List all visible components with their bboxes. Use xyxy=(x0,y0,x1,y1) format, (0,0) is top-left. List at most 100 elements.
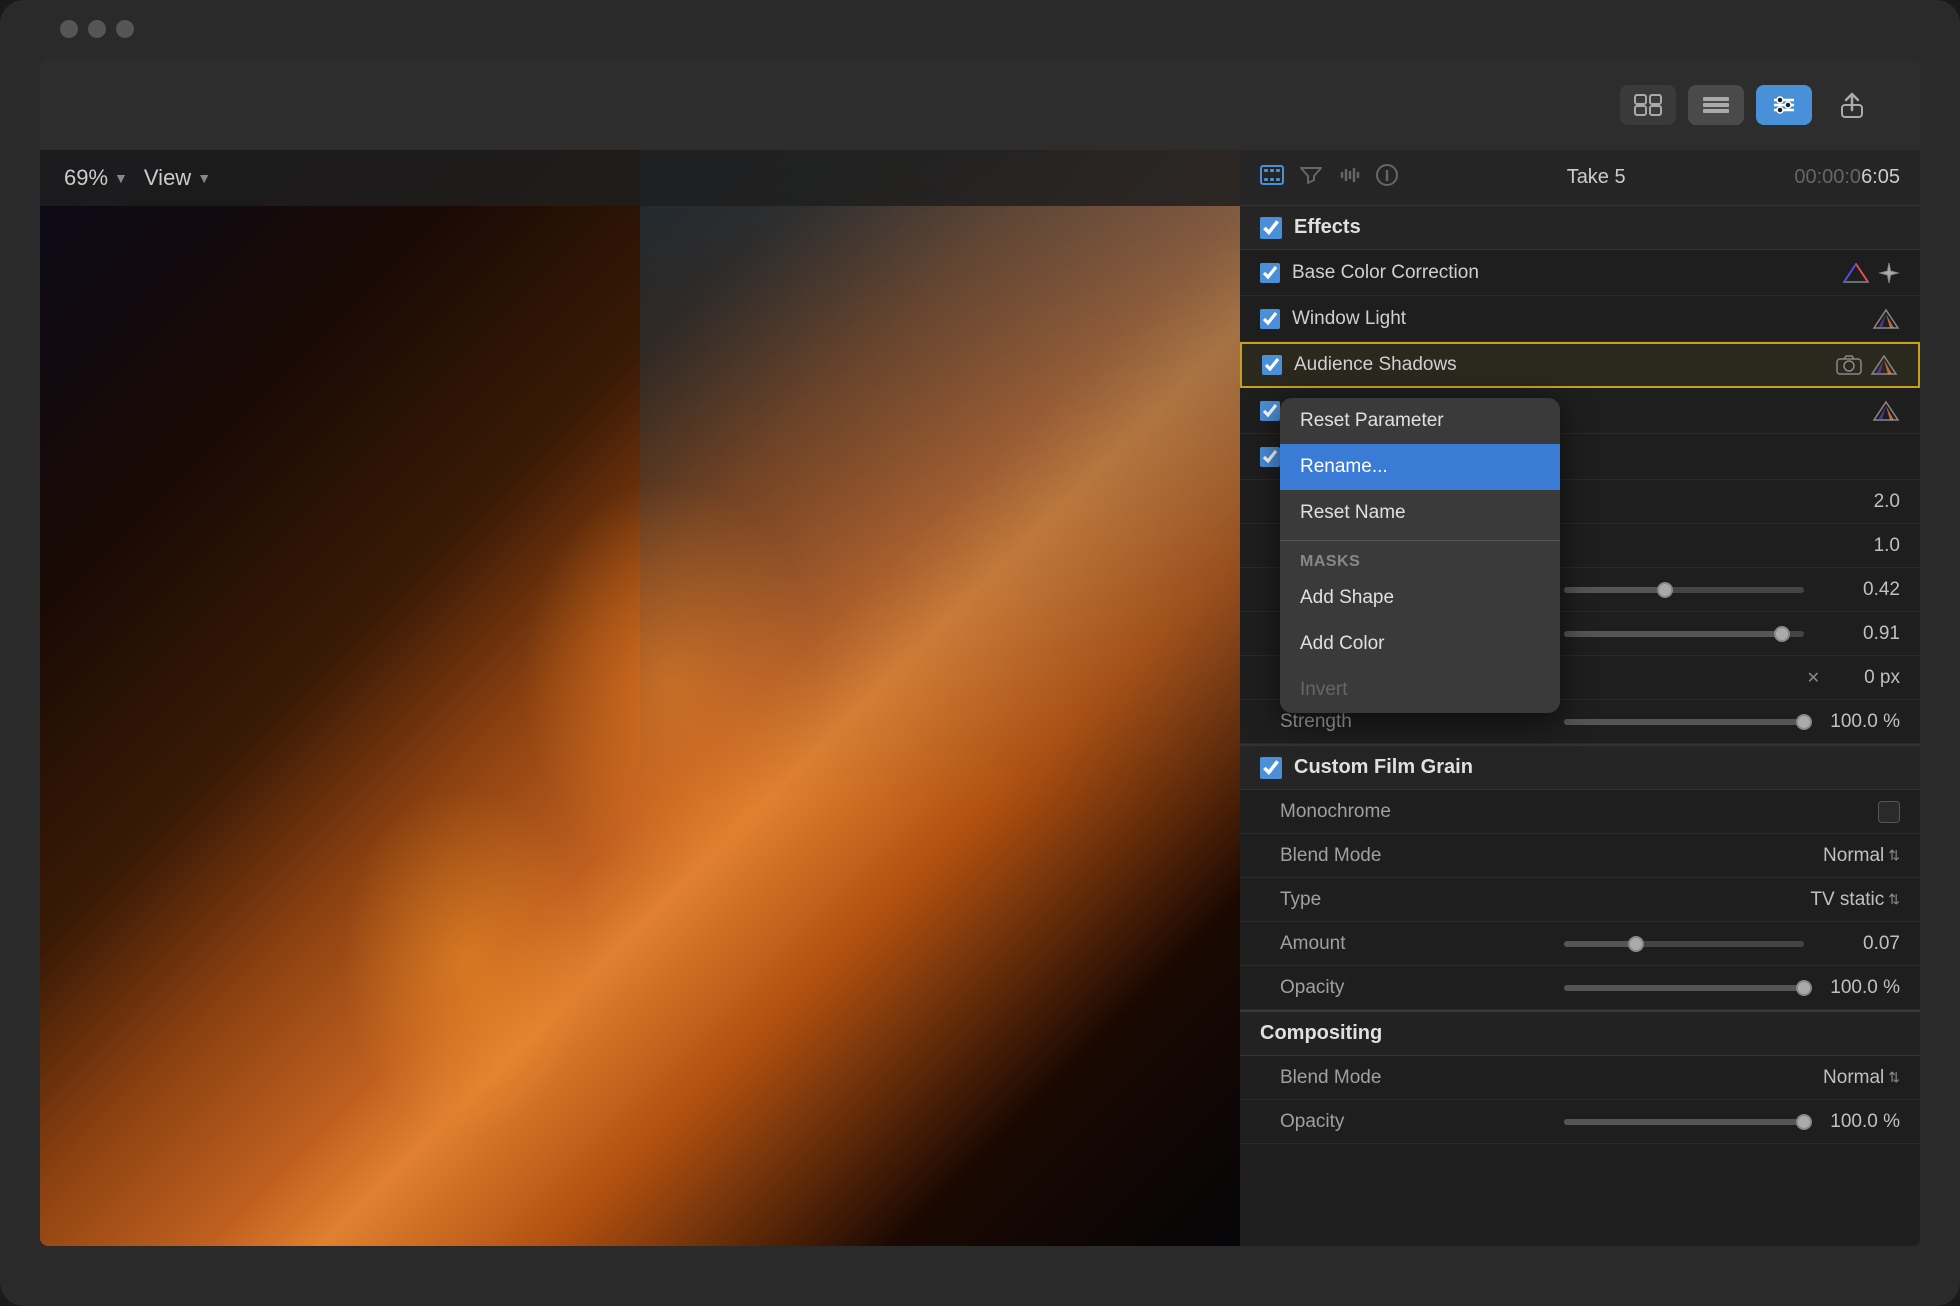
blur-amount-value[interactable]: 2.0 xyxy=(1820,491,1900,513)
audience-shadows-row[interactable]: Audience Shadows xyxy=(1240,342,1920,388)
window-light-label: Window Light xyxy=(1292,308,1872,330)
audience-shadows-label: Audience Shadows xyxy=(1294,354,1836,376)
maximize-dot[interactable] xyxy=(116,20,134,38)
window-light-icons xyxy=(1872,308,1900,330)
amount-value[interactable]: 0.07 xyxy=(1820,933,1900,955)
timecode-main: 6:05 xyxy=(1861,166,1900,188)
timecode-prefix: 00:00:0 xyxy=(1794,166,1861,188)
base-color-icons xyxy=(1842,262,1900,284)
reset-name-item[interactable]: Reset Name xyxy=(1280,490,1560,536)
window-controls xyxy=(60,20,134,38)
amount-row: Amount 0.07 xyxy=(1240,922,1920,966)
base-color-correction-row[interactable]: Base Color Correction xyxy=(1240,250,1920,296)
compositing-blend-dropdown[interactable]: Normal ⇅ xyxy=(1823,1067,1900,1089)
audio-icon[interactable] xyxy=(1338,165,1360,191)
opacity-slider[interactable] xyxy=(1564,985,1804,991)
effects-checkbox[interactable] xyxy=(1260,217,1282,239)
opacity-label: Opacity xyxy=(1280,977,1548,999)
darken-value[interactable]: 1.0 xyxy=(1820,535,1900,557)
timecode: 00:00:06:05 xyxy=(1794,166,1900,189)
inspector-button[interactable] xyxy=(1756,85,1812,125)
opacity-row: Opacity 100.0 % xyxy=(1240,966,1920,1010)
window-light-checkbox[interactable] xyxy=(1260,309,1280,329)
screen-area: 69% ▼ View ▼ xyxy=(40,60,1920,1246)
film-icon[interactable] xyxy=(1260,165,1284,191)
blend-mode-value: Normal xyxy=(1823,845,1884,867)
share-button[interactable] xyxy=(1824,85,1880,125)
list-view-button[interactable] xyxy=(1688,85,1744,125)
strength-value[interactable]: 100.0 % xyxy=(1820,711,1900,733)
compositing-opacity-row: Opacity 100.0 % xyxy=(1240,1100,1920,1144)
soft-edges-checkbox[interactable] xyxy=(1260,447,1280,467)
sparkle-icon xyxy=(1878,262,1900,284)
monochrome-label: Monochrome xyxy=(1280,801,1878,823)
compositing-header: Compositing xyxy=(1240,1010,1920,1056)
add-shape-item[interactable]: Add Shape xyxy=(1280,575,1560,621)
reset-parameter-label: Reset Parameter xyxy=(1300,410,1444,432)
center-value[interactable]: 0 px xyxy=(1820,667,1900,689)
strength-label: Strength xyxy=(1280,711,1548,733)
base-color-checkbox[interactable] xyxy=(1260,263,1280,283)
rename-label: Rename... xyxy=(1300,456,1388,478)
key-spotlight-checkbox[interactable] xyxy=(1260,401,1280,421)
falloff-value[interactable]: 0.91 xyxy=(1820,623,1900,645)
monochrome-checkbox[interactable] xyxy=(1878,801,1900,823)
effects-section-header: Effects xyxy=(1240,206,1920,250)
add-color-label: Add Color xyxy=(1300,633,1385,655)
type-value: TV static xyxy=(1810,889,1884,911)
add-shape-label: Add Shape xyxy=(1300,587,1394,609)
opacity-value[interactable]: 100.0 % xyxy=(1820,977,1900,999)
take-label: Take 5 xyxy=(1414,166,1778,189)
context-menu: Reset Parameter Rename... Reset Name MAS… xyxy=(1280,398,1560,713)
context-menu-separator xyxy=(1280,540,1560,541)
audience-shadows-icons xyxy=(1836,354,1898,376)
minimize-dot[interactable] xyxy=(88,20,106,38)
blend-mode-arrows: ⇅ xyxy=(1888,847,1900,864)
blend-mode-dropdown[interactable]: Normal ⇅ xyxy=(1823,845,1900,867)
compositing-blend-value: Normal xyxy=(1823,1067,1884,1089)
grid-view-button[interactable] xyxy=(1620,85,1676,125)
effects-title: Effects xyxy=(1294,216,1361,239)
invert-label: Invert xyxy=(1300,679,1348,701)
view-chevron-icon: ▼ xyxy=(197,170,211,186)
zoom-control[interactable]: 69% ▼ xyxy=(64,165,128,191)
reset-name-label: Reset Name xyxy=(1300,502,1406,524)
filter-icon[interactable] xyxy=(1300,165,1322,191)
view-button[interactable]: View ▼ xyxy=(144,165,211,191)
window-light-row[interactable]: Window Light xyxy=(1240,296,1920,342)
info-icon[interactable] xyxy=(1376,164,1398,192)
laptop-frame: 69% ▼ View ▼ xyxy=(0,0,1960,1306)
top-toolbar xyxy=(40,60,1920,150)
close-dot[interactable] xyxy=(60,20,78,38)
reset-parameter-item[interactable]: Reset Parameter xyxy=(1280,398,1560,444)
blend-mode-label: Blend Mode xyxy=(1280,845,1823,867)
film-grain-header: Custom Film Grain xyxy=(1240,744,1920,790)
video-background xyxy=(40,150,1240,1246)
compositing-opacity-label: Opacity xyxy=(1280,1111,1548,1133)
rename-item[interactable]: Rename... xyxy=(1280,444,1560,490)
blend-mode-row: Blend Mode Normal ⇅ xyxy=(1240,834,1920,878)
size-slider[interactable] xyxy=(1564,587,1804,593)
strength-slider[interactable] xyxy=(1564,719,1804,725)
prism-icon xyxy=(1872,400,1900,422)
effects-panel[interactable]: Effects Base Color Correction xyxy=(1240,206,1920,1246)
add-color-item[interactable]: Add Color xyxy=(1280,621,1560,667)
amount-slider[interactable] xyxy=(1564,941,1804,947)
type-dropdown[interactable]: TV static ⇅ xyxy=(1810,889,1900,911)
center-x-button[interactable]: ✕ xyxy=(1807,668,1820,688)
compositing-blend-row: Blend Mode Normal ⇅ xyxy=(1240,1056,1920,1100)
zoom-chevron-icon: ▼ xyxy=(114,170,128,186)
camera-icon xyxy=(1836,355,1862,375)
preview-toolbar: 69% ▼ View ▼ xyxy=(40,150,1240,206)
compositing-blend-label: Blend Mode xyxy=(1280,1067,1823,1089)
view-label: View xyxy=(144,165,191,191)
compositing-opacity-value[interactable]: 100.0 % xyxy=(1820,1111,1900,1133)
compositing-title: Compositing xyxy=(1260,1022,1382,1044)
audience-shadows-checkbox[interactable] xyxy=(1262,355,1282,375)
type-arrows: ⇅ xyxy=(1888,891,1900,908)
falloff-slider[interactable] xyxy=(1564,631,1804,637)
compositing-opacity-slider[interactable] xyxy=(1564,1119,1804,1125)
prism-icon xyxy=(1842,262,1870,284)
size-value[interactable]: 0.42 xyxy=(1820,579,1900,601)
film-grain-checkbox[interactable] xyxy=(1260,757,1282,779)
